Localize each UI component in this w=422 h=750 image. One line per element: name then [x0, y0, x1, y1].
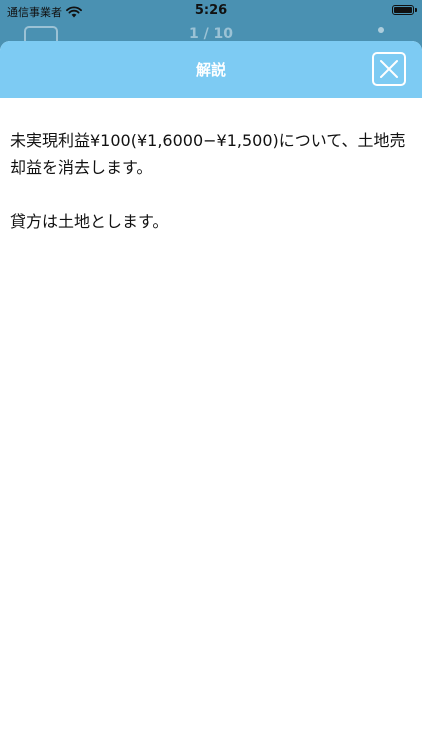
close-button[interactable] — [372, 52, 406, 86]
status-time: 5:26 — [194, 3, 228, 18]
sheet-title: 解説 — [195, 61, 226, 79]
background-menu-icon — [378, 27, 384, 33]
battery-icon — [392, 5, 417, 15]
status-bar: 通信事業者 5:26 — [0, 0, 422, 22]
explanation-paragraph: 貸方は土地とします。 — [10, 212, 169, 231]
background-progress: 1 / 10 — [188, 26, 234, 42]
explanation-body: 未実現利益¥100(¥1,6000−¥1,500)について、土地売却益を消去しま… — [10, 127, 412, 262]
explanation-paragraph: 未実現利益¥100(¥1,6000−¥1,500)について、土地売却益を消去しま… — [10, 131, 406, 177]
close-icon — [380, 60, 398, 78]
explanation-sheet: 解説 未実現利益¥100(¥1,6000−¥1,500)について、土地売却益を消… — [0, 41, 422, 750]
sheet-header: 解説 — [0, 41, 422, 98]
